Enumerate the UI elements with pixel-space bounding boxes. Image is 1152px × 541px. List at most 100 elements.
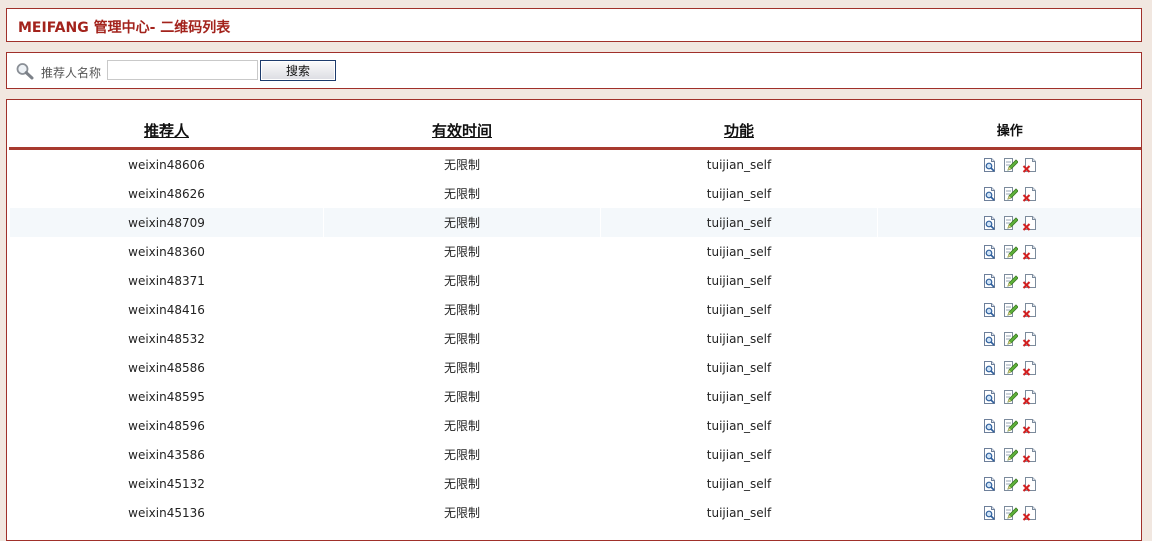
edit-icon[interactable] bbox=[1002, 273, 1018, 289]
row-actions bbox=[982, 244, 1038, 260]
title-bar: MEIFANG 管理中心- 二维码列表 bbox=[6, 8, 1142, 42]
edit-icon[interactable] bbox=[1002, 244, 1018, 260]
cell-actions bbox=[877, 266, 1141, 295]
edit-icon[interactable] bbox=[1002, 476, 1018, 492]
table-row: weixin45132 无限制 tuijian_self bbox=[9, 469, 1141, 498]
column-header-referrer[interactable]: 推荐人 bbox=[9, 115, 324, 150]
cell-actions bbox=[877, 237, 1141, 266]
delete-icon[interactable] bbox=[1022, 186, 1038, 202]
cell-referrer: weixin48596 bbox=[9, 411, 324, 440]
edit-icon[interactable] bbox=[1002, 389, 1018, 405]
delete-icon[interactable] bbox=[1022, 302, 1038, 318]
view-icon[interactable] bbox=[982, 476, 998, 492]
view-icon[interactable] bbox=[982, 215, 998, 231]
view-icon[interactable] bbox=[982, 302, 998, 318]
page-title: MEIFANG 管理中心- 二维码列表 bbox=[18, 20, 231, 36]
row-actions bbox=[982, 273, 1038, 289]
row-actions bbox=[982, 302, 1038, 318]
row-actions bbox=[982, 331, 1038, 347]
edit-icon[interactable] bbox=[1002, 331, 1018, 347]
cell-actions bbox=[877, 148, 1141, 179]
delete-icon[interactable] bbox=[1022, 505, 1038, 521]
delete-icon[interactable] bbox=[1022, 331, 1038, 347]
view-icon[interactable] bbox=[982, 360, 998, 376]
delete-icon[interactable] bbox=[1022, 360, 1038, 376]
view-icon[interactable] bbox=[982, 418, 998, 434]
cell-actions bbox=[877, 324, 1141, 353]
search-button[interactable]: 搜索 bbox=[260, 60, 336, 81]
view-icon[interactable] bbox=[982, 389, 998, 405]
cell-valid-time: 无限制 bbox=[323, 148, 601, 179]
edit-icon[interactable] bbox=[1002, 302, 1018, 318]
view-icon[interactable] bbox=[982, 331, 998, 347]
cell-function: tuijian_self bbox=[600, 353, 878, 382]
column-header-label: 功能 bbox=[723, 122, 754, 140]
table-row: weixin48595 无限制 tuijian_self bbox=[9, 382, 1141, 411]
cell-actions bbox=[877, 295, 1141, 324]
delete-icon[interactable] bbox=[1022, 418, 1038, 434]
edit-icon[interactable] bbox=[1002, 360, 1018, 376]
cell-valid-time: 无限制 bbox=[323, 353, 601, 382]
cell-function: tuijian_self bbox=[600, 237, 878, 266]
column-header-label: 有效时间 bbox=[431, 122, 492, 140]
cell-function: tuijian_self bbox=[600, 295, 878, 324]
view-icon[interactable] bbox=[982, 186, 998, 202]
cell-function: tuijian_self bbox=[600, 382, 878, 411]
delete-icon[interactable] bbox=[1022, 273, 1038, 289]
table-row: weixin48416 无限制 tuijian_self bbox=[9, 295, 1141, 324]
cell-valid-time: 无限制 bbox=[323, 324, 601, 353]
row-actions bbox=[982, 215, 1038, 231]
cell-referrer: weixin48416 bbox=[9, 295, 324, 324]
cell-referrer: weixin48626 bbox=[9, 179, 324, 208]
cell-actions bbox=[877, 498, 1141, 527]
delete-icon[interactable] bbox=[1022, 476, 1038, 492]
delete-icon[interactable] bbox=[1022, 157, 1038, 173]
edit-icon[interactable] bbox=[1002, 215, 1018, 231]
cell-valid-time: 无限制 bbox=[323, 469, 601, 498]
table-row: weixin48371 无限制 tuijian_self bbox=[9, 266, 1141, 295]
edit-icon[interactable] bbox=[1002, 505, 1018, 521]
cell-referrer: weixin45136 bbox=[9, 498, 324, 527]
column-header-valid-time[interactable]: 有效时间 bbox=[323, 115, 601, 150]
view-icon[interactable] bbox=[982, 157, 998, 173]
cell-referrer: weixin48371 bbox=[9, 266, 324, 295]
delete-icon[interactable] bbox=[1022, 215, 1038, 231]
cell-actions bbox=[877, 179, 1141, 208]
search-bar: 推荐人名称 搜索 bbox=[6, 52, 1142, 89]
edit-icon[interactable] bbox=[1002, 157, 1018, 173]
cell-valid-time: 无限制 bbox=[323, 266, 601, 295]
table-row: weixin48596 无限制 tuijian_self bbox=[9, 411, 1141, 440]
table-row: weixin45136 无限制 tuijian_self bbox=[9, 498, 1141, 527]
delete-icon[interactable] bbox=[1022, 447, 1038, 463]
cell-actions bbox=[877, 440, 1141, 469]
row-actions bbox=[982, 186, 1038, 202]
edit-icon[interactable] bbox=[1002, 418, 1018, 434]
cell-valid-time: 无限制 bbox=[323, 179, 601, 208]
column-header-function[interactable]: 功能 bbox=[600, 115, 878, 150]
table-row: weixin48606 无限制 tuijian_self bbox=[9, 148, 1141, 179]
cell-function: tuijian_self bbox=[600, 324, 878, 353]
cell-referrer: weixin48606 bbox=[9, 148, 324, 179]
cell-actions bbox=[877, 353, 1141, 382]
table-header-row: 推荐人 有效时间 功能 操作 bbox=[9, 115, 1141, 150]
edit-icon[interactable] bbox=[1002, 186, 1018, 202]
search-input[interactable] bbox=[107, 60, 258, 80]
table-row: weixin48532 无限制 tuijian_self bbox=[9, 324, 1141, 353]
view-icon[interactable] bbox=[982, 244, 998, 260]
delete-icon[interactable] bbox=[1022, 389, 1038, 405]
cell-valid-time: 无限制 bbox=[323, 440, 601, 469]
table-row: weixin48626 无限制 tuijian_self bbox=[9, 179, 1141, 208]
edit-icon[interactable] bbox=[1002, 447, 1018, 463]
cell-referrer: weixin48532 bbox=[9, 324, 324, 353]
view-icon[interactable] bbox=[982, 447, 998, 463]
cell-function: tuijian_self bbox=[600, 266, 878, 295]
cell-referrer: weixin45132 bbox=[9, 469, 324, 498]
cell-referrer: weixin48709 bbox=[9, 208, 324, 237]
view-icon[interactable] bbox=[982, 505, 998, 521]
cell-valid-time: 无限制 bbox=[323, 295, 601, 324]
cell-valid-time: 无限制 bbox=[323, 411, 601, 440]
cell-valid-time: 无限制 bbox=[323, 208, 601, 237]
view-icon[interactable] bbox=[982, 273, 998, 289]
delete-icon[interactable] bbox=[1022, 244, 1038, 260]
column-header-label: 操作 bbox=[996, 124, 1023, 139]
